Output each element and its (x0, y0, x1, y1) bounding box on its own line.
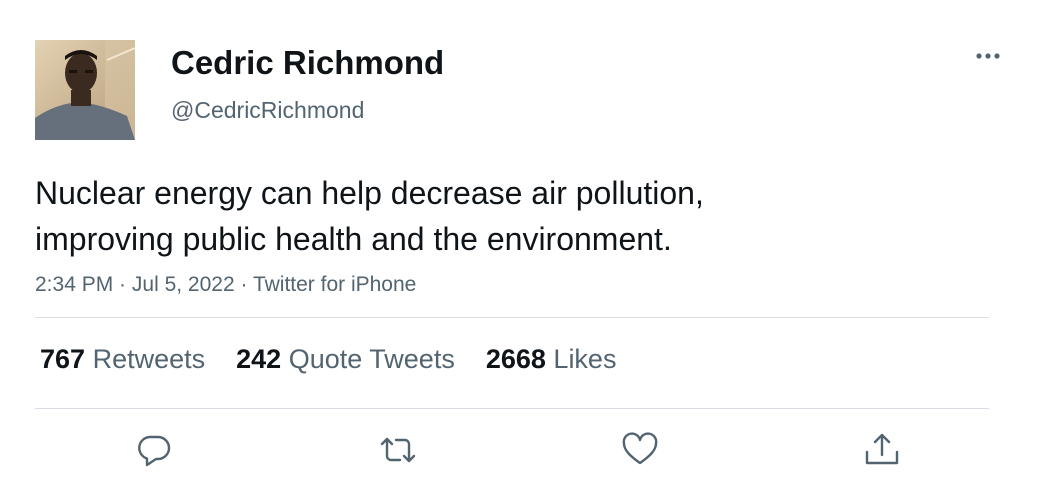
user-handle[interactable]: @CedricRichmond (171, 95, 364, 125)
profile-photo (35, 40, 135, 140)
meta-separator: · (113, 273, 132, 296)
tweet-source[interactable]: Twitter for iPhone (253, 273, 416, 296)
retweet-button[interactable] (378, 430, 418, 470)
retweets-label: Retweets (92, 344, 206, 374)
avatar[interactable] (35, 40, 135, 140)
more-options-button[interactable] (968, 42, 1008, 70)
heart-icon (622, 432, 658, 465)
tweet-text: Nuclear energy can help decrease air pol… (35, 170, 995, 262)
likes-count: 2668 (485, 344, 546, 374)
retweet-icon (380, 437, 416, 463)
divider (35, 408, 989, 409)
meta-separator: · (234, 273, 253, 296)
reply-icon (138, 435, 171, 467)
quote-tweets-stat[interactable]: 242 Quote Tweets (236, 341, 455, 377)
display-name[interactable]: Cedric Richmond (171, 42, 444, 84)
engagement-stats: 767 Retweets 242 Quote Tweets 2668 Likes (40, 341, 647, 377)
likes-stat[interactable]: 2668 Likes (486, 341, 617, 377)
reply-button[interactable] (135, 430, 175, 470)
likes-label: Likes (553, 344, 617, 374)
tweet-text-line: improving public health and the environm… (35, 221, 672, 257)
tweet-time[interactable]: 2:34 PM (35, 273, 113, 296)
divider (35, 317, 989, 318)
tweet-meta: 2:34 PM · Jul 5, 2022 · Twitter for iPho… (35, 271, 416, 299)
share-button[interactable] (862, 430, 902, 470)
share-icon (865, 433, 899, 465)
retweets-count: 767 (40, 344, 86, 374)
like-button[interactable] (620, 430, 660, 470)
tweet-date[interactable]: Jul 5, 2022 (132, 273, 235, 296)
quote-tweets-count: 242 (236, 344, 282, 374)
quote-tweets-label: Quote Tweets (288, 344, 455, 374)
more-horizontal-icon (976, 53, 1000, 59)
retweets-stat[interactable]: 767 Retweets (40, 341, 205, 377)
tweet-text-line: Nuclear energy can help decrease air pol… (35, 175, 704, 211)
